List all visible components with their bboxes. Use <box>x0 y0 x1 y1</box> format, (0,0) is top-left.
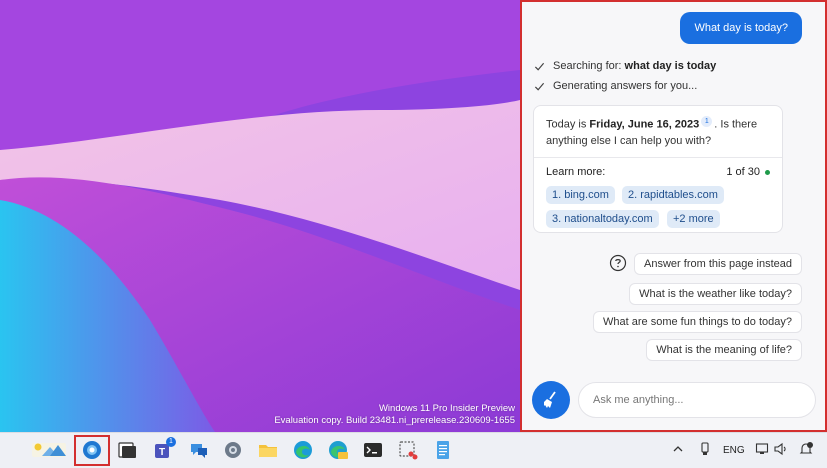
snipping-tool-icon[interactable] <box>397 439 419 461</box>
suggestion-fun-things[interactable]: What are some fun things to do today? <box>593 311 802 333</box>
suggestion-weather[interactable]: What is the weather like today? <box>629 283 802 305</box>
volume-icon[interactable] <box>773 441 789 457</box>
watermark-build: Evaluation copy. Build 23481.ni_prerelea… <box>274 415 515 426</box>
status-searching: Searching for: what day is today <box>534 60 716 72</box>
answer-pre: Today is <box>546 118 590 131</box>
source-link-bing[interactable]: 1. bing.com <box>546 186 615 204</box>
answer-date: Friday, June 16, 2023 <box>589 118 700 131</box>
watermark-edition: Windows 11 Pro Insider Preview <box>378 403 515 414</box>
task-view-icon[interactable] <box>116 439 138 461</box>
taskbar: T 1 ENG <box>0 432 827 468</box>
edge-icon[interactable] <box>292 439 314 461</box>
status-query: what day is today <box>624 60 717 72</box>
chat-icon[interactable] <box>188 439 210 461</box>
input-language-indicator[interactable]: ENG <box>723 445 745 456</box>
teams-notification-badge: 1 <box>166 437 176 447</box>
status-text: Generating answers for you... <box>553 80 698 92</box>
notepad-icon[interactable] <box>432 439 454 461</box>
check-icon <box>534 82 545 91</box>
citation-marker[interactable]: 1 <box>701 116 713 127</box>
status-dot-icon <box>765 169 770 175</box>
network-icon[interactable] <box>755 441 771 457</box>
more-sources-button[interactable]: +2 more <box>667 210 720 228</box>
status-prefix: Searching for: <box>553 60 625 72</box>
check-icon <box>534 62 545 71</box>
source-link-rapidtables[interactable]: 2. rapidtables.com <box>622 186 724 204</box>
question-bubble-icon <box>609 254 627 272</box>
usb-device-icon[interactable] <box>697 441 713 457</box>
card-divider <box>534 157 782 158</box>
source-count-text: 1 of 30 <box>726 166 760 178</box>
learn-more-label: Learn more: <box>546 166 606 178</box>
widgets-icon[interactable] <box>32 439 68 461</box>
broom-icon <box>544 391 556 408</box>
status-generating: Generating answers for you... <box>534 80 697 92</box>
answer-card: Today is Friday, June 16, 2023 1. Is ther… <box>533 105 783 233</box>
answer-text: Today is Friday, June 16, 2023 1. Is ther… <box>546 116 772 149</box>
source-count: 1 of 30 <box>726 166 770 178</box>
notification-bell-icon[interactable] <box>798 441 814 457</box>
terminal-icon[interactable] <box>362 439 384 461</box>
ask-input[interactable] <box>578 382 816 418</box>
edge-canary-icon[interactable] <box>327 439 349 461</box>
copilot-icon[interactable] <box>81 439 103 461</box>
svg-text:T: T <box>159 447 165 458</box>
user-message-bubble: What day is today? <box>680 12 802 44</box>
source-link-nationaltoday[interactable]: 3. nationaltoday.com <box>546 210 659 228</box>
suggestion-answer-from-page[interactable]: Answer from this page instead <box>634 253 802 275</box>
suggestion-meaning-of-life[interactable]: What is the meaning of life? <box>646 339 802 361</box>
file-explorer-icon[interactable] <box>257 439 279 461</box>
copilot-panel: What day is today? Searching for: what d… <box>520 0 827 432</box>
new-topic-button[interactable] <box>532 381 570 419</box>
settings-icon[interactable] <box>222 439 244 461</box>
chevron-up-icon[interactable] <box>670 441 686 457</box>
